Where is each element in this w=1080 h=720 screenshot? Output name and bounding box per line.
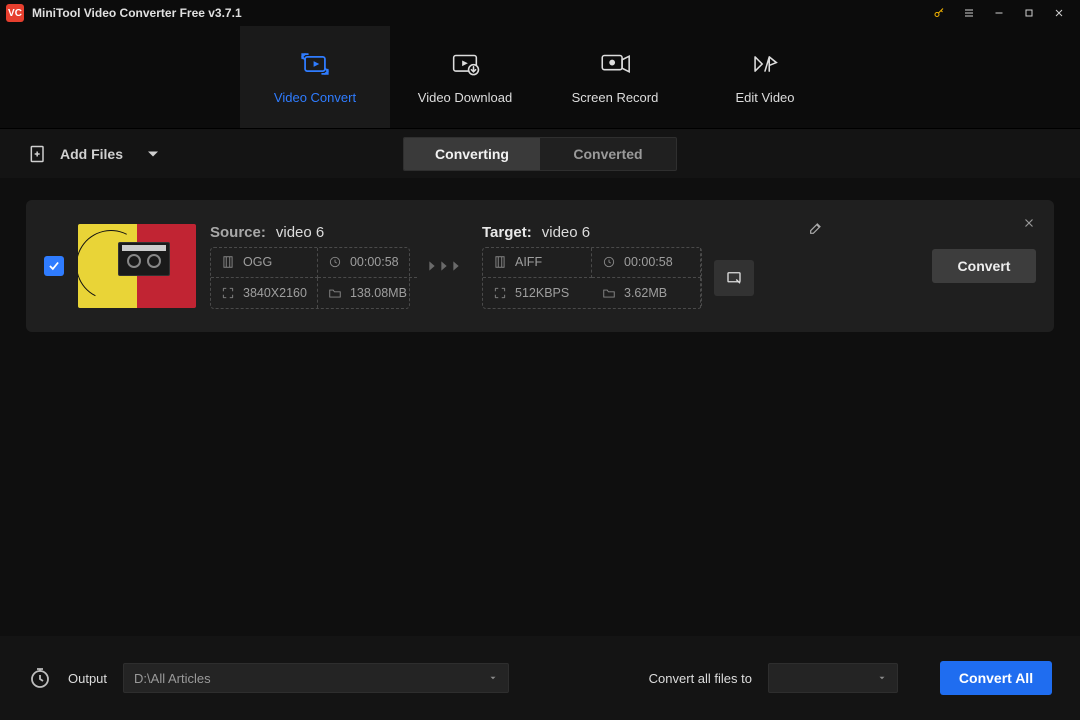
convert-all-to-label: Convert all files to (649, 671, 752, 686)
nav-video-download[interactable]: Video Download (390, 26, 540, 128)
target-settings-button[interactable] (714, 260, 754, 296)
app-title: MiniTool Video Converter Free v3.7.1 (32, 6, 242, 20)
output-path-combo[interactable]: D:\All Articles (123, 663, 509, 693)
target-label: Target: (482, 224, 532, 241)
source-label: Source: (210, 224, 266, 241)
maximize-button[interactable] (1014, 0, 1044, 26)
nav-label: Edit Video (735, 90, 794, 105)
video-download-icon (448, 50, 482, 78)
toolbar: Add Files Converting Converted (0, 128, 1080, 178)
convert-all-button[interactable]: Convert All (940, 661, 1052, 695)
remove-task-button[interactable] (1022, 216, 1036, 235)
video-convert-icon (298, 50, 332, 78)
add-files-button[interactable]: Add Files (28, 144, 163, 164)
app-logo: VC (6, 4, 24, 22)
nav-label: Video Convert (274, 90, 356, 105)
spec-resolution: 3840X2160 (211, 278, 318, 308)
task-card: Source: video 6 OGG 00:00:58 3840X2160 (26, 200, 1054, 332)
format-icon (493, 255, 507, 269)
chevron-down-icon (877, 673, 887, 683)
tab-converted[interactable]: Converted (540, 138, 676, 170)
title-bar: VC MiniTool Video Converter Free v3.7.1 (0, 0, 1080, 26)
nav-edit-video[interactable]: Edit Video (690, 26, 840, 128)
video-thumbnail[interactable] (78, 224, 196, 308)
screen-record-icon (598, 50, 632, 78)
content-area: Source: video 6 OGG 00:00:58 3840X2160 (0, 178, 1080, 354)
spec-format: AIFF (483, 248, 592, 278)
add-file-icon (28, 144, 48, 164)
folder-icon (328, 286, 342, 300)
nav-label: Video Download (418, 90, 512, 105)
edit-video-icon (748, 50, 782, 78)
source-specs: OGG 00:00:58 3840X2160 138.08MB (210, 247, 410, 309)
nav-video-convert[interactable]: Video Convert (240, 26, 390, 128)
tab-converting[interactable]: Converting (404, 138, 540, 170)
dimensions-icon (493, 286, 507, 300)
arrow-chevrons (428, 258, 464, 274)
target-name: video 6 (542, 224, 590, 241)
settings-screen-icon (725, 269, 743, 287)
history-icon[interactable] (28, 666, 52, 690)
spec-size: 138.08MB (318, 278, 417, 308)
edit-target-icon[interactable] (808, 220, 824, 241)
chevron-down-icon (488, 673, 498, 683)
source-block: Source: video 6 OGG 00:00:58 3840X2160 (210, 224, 410, 309)
folder-icon (602, 286, 616, 300)
main-nav: Video Convert Video Download Screen Reco… (0, 26, 1080, 128)
spec-duration: 00:00:58 (318, 248, 417, 278)
output-path-value: D:\All Articles (134, 671, 211, 686)
spec-bitrate: 512KBPS (483, 278, 592, 308)
nav-label: Screen Record (572, 90, 659, 105)
source-name: video 6 (276, 224, 324, 241)
convert-button[interactable]: Convert (932, 249, 1036, 283)
minimize-button[interactable] (984, 0, 1014, 26)
spec-format: OGG (211, 248, 318, 278)
bottom-bar: Output D:\All Articles Convert all files… (0, 636, 1080, 720)
target-block: Target: video 6 AIFF 00:00:58 512KBPS (482, 224, 754, 309)
convert-all-format-combo[interactable] (768, 663, 898, 693)
target-specs: AIFF 00:00:58 512KBPS 3.62MB (482, 247, 702, 309)
chevron-down-icon (143, 144, 163, 164)
subtabs: Converting Converted (403, 137, 677, 171)
add-files-label: Add Files (60, 146, 123, 162)
output-label: Output (68, 671, 107, 686)
close-button[interactable] (1044, 0, 1074, 26)
task-checkbox[interactable] (44, 256, 64, 276)
format-icon (221, 255, 235, 269)
dimensions-icon (221, 286, 235, 300)
key-icon[interactable] (924, 0, 954, 26)
nav-screen-record[interactable]: Screen Record (540, 26, 690, 128)
clock-icon (602, 255, 616, 269)
spec-size: 3.62MB (592, 278, 701, 308)
menu-icon[interactable] (954, 0, 984, 26)
clock-icon (328, 255, 342, 269)
spec-duration: 00:00:58 (592, 248, 701, 278)
